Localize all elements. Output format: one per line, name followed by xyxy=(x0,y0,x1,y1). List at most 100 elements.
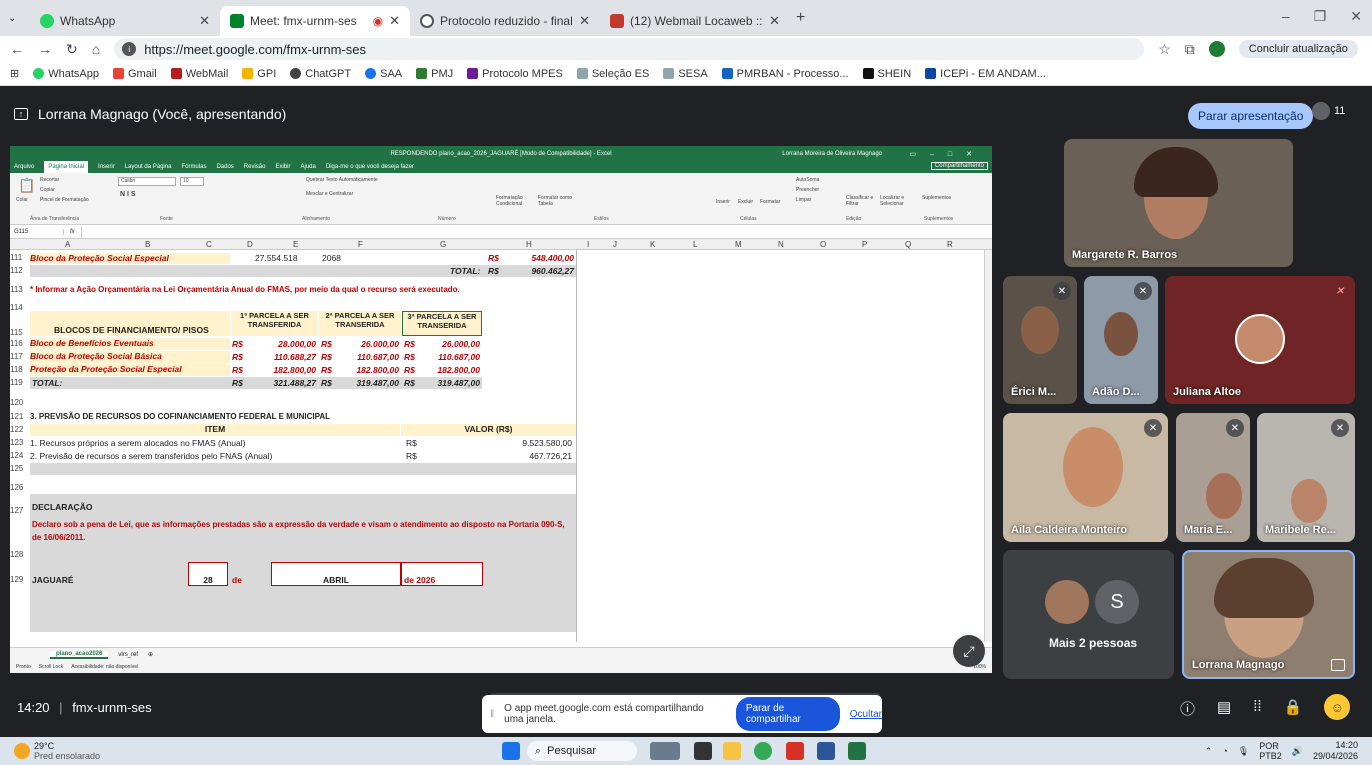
col-header[interactable]: M xyxy=(735,240,742,249)
cell-block-label[interactable]: Bloco da Proteção Social Básica xyxy=(30,351,230,363)
site-info-icon[interactable]: i xyxy=(122,42,137,56)
clock[interactable]: 14:20 29/04/2026 xyxy=(1313,740,1358,762)
row-number[interactable]: 117 xyxy=(10,352,30,361)
close-window-icon[interactable]: ✕ xyxy=(1350,8,1362,25)
table-header-p2[interactable]: 2ª PARCELA A SER TRANSERIDA xyxy=(319,311,401,336)
chrome-icon[interactable] xyxy=(754,742,772,760)
chat-icon[interactable]: ▤ xyxy=(1217,698,1231,720)
row-number[interactable]: 113 xyxy=(10,285,30,294)
wrap-text-button[interactable]: Quebrar Texto Automaticamente xyxy=(306,177,378,183)
row-number[interactable]: 114 xyxy=(10,303,30,312)
cell-currency[interactable]: R$ xyxy=(406,438,417,448)
col-header[interactable]: F xyxy=(358,240,363,249)
month-cell[interactable]: ABRIL xyxy=(271,562,401,586)
cell-currency[interactable]: R$ xyxy=(232,365,243,375)
city-cell[interactable]: JAGUARÉ xyxy=(32,575,74,585)
widgets-icon[interactable] xyxy=(650,742,680,760)
sheet-grid[interactable]: 111 Bloco da Proteção Social Especial 27… xyxy=(10,250,992,645)
participant-tile[interactable]: ✕ Maria E... xyxy=(1176,413,1250,542)
participant-tile[interactable]: Margarete R. Barros xyxy=(1064,139,1293,267)
bookmark-item[interactable]: GPI xyxy=(242,68,276,80)
col-header[interactable]: E xyxy=(293,240,298,249)
bookmark-item[interactable]: ChatGPT xyxy=(290,68,351,80)
taskbar-search[interactable]: ⌕ Pesquisar xyxy=(527,741,637,761)
col-header[interactable]: C xyxy=(206,240,212,249)
bookmark-item[interactable]: PMJ xyxy=(416,68,453,80)
cell-value[interactable]: 319.487,00 xyxy=(343,378,399,388)
cell-value[interactable]: 27.554.518 xyxy=(255,253,298,263)
tab-meet[interactable]: Meet: fmx-urnm-ses ◉ ✕ xyxy=(220,6,410,36)
cell-block-label[interactable]: Bloco da Proteção Social Especial xyxy=(30,253,230,264)
apps-grid-icon[interactable]: ⊞ xyxy=(10,67,19,80)
stop-presenting-button[interactable]: Parar apresentação xyxy=(1188,103,1314,129)
close-tab-icon[interactable]: ✕ xyxy=(389,13,400,29)
find-select-button[interactable]: Localizar e Selecionar xyxy=(880,195,914,207)
url-field[interactable]: i https://meet.google.com/fmx-urnm-ses xyxy=(114,38,1145,60)
menu-formulas[interactable]: Fórmulas xyxy=(181,164,206,170)
participant-tile[interactable]: ✕ Maribele Re... xyxy=(1257,413,1355,542)
reload-icon[interactable]: ↻ xyxy=(66,41,78,58)
autosum-button[interactable]: AutoSoma xyxy=(796,177,819,183)
profile-avatar[interactable] xyxy=(1208,41,1225,57)
reactions-icon[interactable]: ☺ xyxy=(1324,694,1351,720)
tab-webmail[interactable]: (12) Webmail Locaweb :: Caixa d✕ xyxy=(600,6,790,36)
participant-tile[interactable]: ✕ Adão D... xyxy=(1084,276,1158,404)
cell-currency[interactable]: R$ xyxy=(232,378,243,388)
cell-currency[interactable]: R$ xyxy=(321,365,332,375)
bookmark-item[interactable]: Protocolo MPES xyxy=(467,68,563,80)
col-header[interactable]: I xyxy=(587,240,589,249)
weather-widget[interactable]: 29°C Pred ensolarado xyxy=(14,741,100,761)
col-header[interactable]: H xyxy=(526,240,532,249)
bookmark-star-icon[interactable]: ☆ xyxy=(1158,41,1171,58)
menu-layout[interactable]: Layout da Página xyxy=(125,164,172,170)
language-indicator[interactable]: POR PTB2 xyxy=(1259,741,1282,761)
cell-total-label[interactable]: TOTAL: xyxy=(450,266,480,276)
cell-value[interactable]: 182.800,00 xyxy=(343,365,399,375)
cell-value[interactable]: 319.487,00 xyxy=(424,378,480,388)
bookmark-item[interactable]: WhatsApp xyxy=(33,68,99,80)
pdf-reader-icon[interactable] xyxy=(786,742,804,760)
col-header[interactable]: A xyxy=(65,240,70,249)
bookmark-item[interactable]: PMRBAN - Processo... xyxy=(721,68,849,80)
insert-cells-button[interactable]: Inserir xyxy=(716,199,730,205)
start-icon[interactable] xyxy=(502,742,520,760)
sort-filter-button[interactable]: Classificar e Filtrar xyxy=(846,195,880,207)
cell-currency[interactable]: R$ xyxy=(232,339,243,349)
row-number[interactable]: 116 xyxy=(10,339,30,348)
col-header[interactable]: B xyxy=(145,240,150,249)
excel-icon[interactable] xyxy=(848,742,866,760)
menu-revisao[interactable]: Revisão xyxy=(244,164,266,170)
row-number[interactable]: 125 xyxy=(10,464,30,473)
cell-note[interactable]: * Informar a Ação Orçamentária na Lei Or… xyxy=(30,285,460,294)
drag-handle-icon[interactable]: ‖ xyxy=(490,709,494,720)
font-size-select[interactable]: 10 xyxy=(180,177,204,186)
row-number[interactable]: 122 xyxy=(10,425,30,434)
cell-currency[interactable]: R$ xyxy=(232,352,243,362)
tab-list-chevron-icon[interactable]: ⌄ xyxy=(8,13,30,24)
merge-center-button[interactable]: Mesclar e Centralizar xyxy=(306,191,353,197)
word-icon[interactable] xyxy=(817,742,835,760)
col-header[interactable]: Q xyxy=(905,240,911,249)
host-controls-icon[interactable]: 🔒 xyxy=(1284,698,1303,720)
participants-count[interactable]: 11 xyxy=(1312,102,1345,120)
row-number[interactable]: 121 xyxy=(10,412,30,421)
fx-icon[interactable]: fx xyxy=(70,229,75,235)
file-explorer-icon[interactable] xyxy=(723,742,741,760)
cell-value[interactable]: 960.462,27 xyxy=(520,266,574,276)
cell-currency[interactable]: R$ xyxy=(321,339,332,349)
fullscreen-button[interactable]: ⤢ xyxy=(953,635,985,667)
cell-item[interactable]: 1. Recursos próprios a serem alocados no… xyxy=(30,438,245,448)
cell-currency[interactable]: R$ xyxy=(488,253,499,263)
fill-button[interactable]: Preencher xyxy=(796,187,819,193)
menu-inserir[interactable]: Inserir xyxy=(98,164,115,170)
cell-value[interactable]: 26.000,00 xyxy=(424,339,480,349)
restore-icon[interactable]: ❐ xyxy=(1314,8,1327,25)
status-accessibility[interactable]: Acessibilidade: não disponível xyxy=(71,664,138,670)
cell-value[interactable]: 26.000,00 xyxy=(343,339,399,349)
row-number[interactable]: 115 xyxy=(10,328,30,337)
bookmark-item[interactable]: SHEIN xyxy=(862,68,911,80)
home-icon[interactable]: ⌂ xyxy=(92,41,100,57)
format-cells-button[interactable]: Formatar xyxy=(760,199,780,205)
cell-block-label[interactable]: Bloco de Benefícios Eventuais xyxy=(30,338,230,350)
formula-input[interactable] xyxy=(80,225,992,238)
